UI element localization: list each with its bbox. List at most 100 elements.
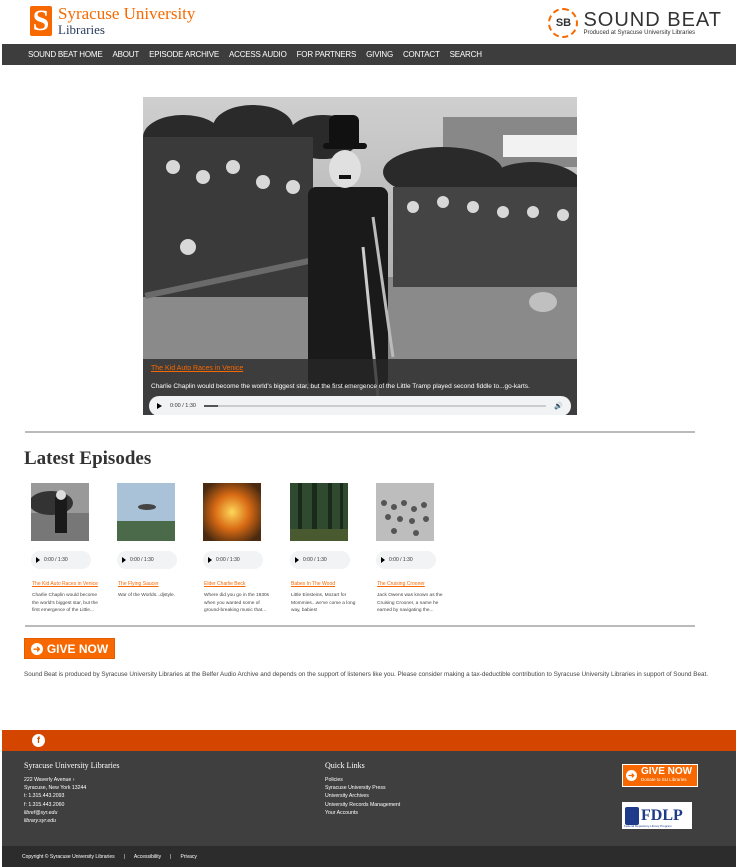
sound-beat-logo[interactable]: SB SOUND BEAT Produced at Syracuse Unive… (548, 8, 722, 38)
audio-progress-fill (204, 405, 218, 407)
footer-give-now-button[interactable]: ➜ GIVE NOW Donate to SU Libraries (622, 764, 698, 787)
accessibility-link[interactable]: Accessibility (134, 854, 161, 860)
nav-access-audio[interactable]: ACCESS AUDIO (229, 50, 287, 59)
episode-card: 0:00 / 1:30 The Kid Auto Races in Venice… (25, 483, 99, 615)
copyright-text: Copyright © Syracuse University Librarie… (22, 853, 115, 860)
nav-search[interactable]: SEARCH (450, 50, 482, 59)
main-nav: SOUND BEAT HOME ABOUT EPISODE ARCHIVE AC… (2, 44, 736, 65)
footer-city: Syracuse, New York 13244 (24, 785, 87, 792)
hero-description: Charlie Chaplin would become the world's… (151, 383, 530, 390)
play-icon[interactable] (381, 557, 385, 563)
sb-logo-text: SOUND BEAT Produced at Syracuse Universi… (583, 10, 722, 36)
give-now-label: GIVE NOW (46, 641, 109, 656)
episode-thumbnail[interactable] (203, 483, 261, 541)
episode-audio-player[interactable]: 0:00 / 1:30 (290, 551, 350, 569)
su-s-mark: S (30, 6, 52, 36)
copyright-bar: Copyright © Syracuse University Librarie… (2, 846, 736, 867)
episode-description: Jack Owens was known as the Cruising Cro… (377, 593, 443, 613)
footer-contact: Syracuse University Libraries 222 Waverl… (24, 761, 120, 825)
episode-title-link[interactable]: The Kid Auto Races in Venice (32, 581, 99, 587)
audio-time: 0:00 / 1:30 (389, 557, 413, 563)
audio-time: 0:00 / 1:30 (130, 557, 154, 563)
episode-description: Little Einsteins, Mozart for Mommies...w… (291, 593, 356, 613)
episode-thumbnail[interactable] (117, 483, 175, 541)
hero-caption: The Kid Auto Races in Venice Charlie Cha… (143, 359, 577, 415)
episode-title-link[interactable]: The Cruising Crooner (377, 581, 444, 587)
latest-episodes-heading: Latest Episodes (24, 448, 152, 469)
footer-give-sublabel: Donate to SU Libraries (641, 776, 687, 782)
hero-audio-player[interactable]: 0:00 / 1:30 🔊 (149, 396, 571, 415)
su-logo-text: Syracuse University Libraries (58, 4, 196, 38)
separator: | (123, 853, 125, 860)
episode-description: Charlie Chaplin would become the world's… (32, 593, 98, 613)
privacy-link[interactable]: Privacy (180, 854, 196, 860)
play-icon[interactable] (208, 557, 212, 563)
episode-audio-player[interactable]: 0:00 / 1:30 (31, 551, 91, 569)
nav-sound-beat-home[interactable]: SOUND BEAT HOME (28, 50, 103, 59)
site-footer: Syracuse University Libraries 222 Waverl… (2, 751, 736, 846)
give-now-button[interactable]: ➜ GIVE NOW (24, 638, 115, 659)
quick-links-heading: Quick Links (325, 761, 365, 770)
footer-fax: f: 1.315.443.2060 (24, 801, 65, 808)
divider (25, 625, 695, 627)
audio-progress-bar[interactable] (204, 405, 547, 407)
su-logo-line1: Syracuse University (58, 4, 196, 23)
nav-episode-archive[interactable]: EPISODE ARCHIVE (149, 50, 219, 59)
quick-link-archives[interactable]: University Archives (325, 792, 400, 800)
arrow-right-icon: ➜ (30, 642, 43, 655)
hero-episode-link[interactable]: The Kid Auto Races in Venice (151, 365, 243, 372)
episode-audio-player[interactable]: 0:00 / 1:30 (376, 551, 436, 569)
volume-icon[interactable]: 🔊 (554, 402, 563, 410)
episode-thumbnail[interactable] (29, 483, 89, 541)
footer-contact-heading: Syracuse University Libraries (24, 761, 120, 770)
footer-give-text: GIVE NOW Donate to SU Libraries (641, 765, 693, 784)
footer-phone: t: 1.315.443.2093 (24, 793, 65, 800)
divider (25, 431, 695, 433)
episode-title-link[interactable]: The Flying Saucer (118, 581, 185, 587)
audio-time: 0:00 / 1:30 (170, 403, 196, 409)
episode-title-link[interactable]: Babes In The Wood (291, 581, 358, 587)
su-libraries-logo[interactable]: S Syracuse University Libraries (30, 4, 196, 38)
episode-description: Where did you go in the 1930s when you w… (204, 593, 270, 613)
episode-audio-player[interactable]: 0:00 / 1:30 (203, 551, 263, 569)
quick-link-press[interactable]: Syracuse University Press (325, 784, 400, 792)
fdlp-subtitle: Federal Depository Library Program (624, 824, 672, 828)
nav-contact[interactable]: CONTACT (403, 50, 440, 59)
footer-quick-links: Quick Links Policies Syracuse University… (325, 761, 400, 817)
play-icon[interactable] (36, 557, 40, 563)
footer-website-link[interactable]: library.syr.edu (24, 817, 120, 825)
nav-giving[interactable]: GIVING (366, 50, 393, 59)
episode-card: 0:00 / 1:30 Elder Charlie Beck Where did… (197, 483, 271, 615)
support-text: Sound Beat is produced by Syracuse Unive… (24, 671, 708, 678)
footer-email-link[interactable]: libref@syr.edu (24, 809, 120, 817)
sb-title: SOUND BEAT (583, 9, 722, 31)
nav-for-partners[interactable]: FOR PARTNERS (297, 50, 357, 59)
su-logo-line2: Libraries (58, 22, 105, 37)
separator: | (170, 853, 172, 860)
site-header: S Syracuse University Libraries SB SOUND… (0, 0, 738, 44)
episode-title-link[interactable]: Elder Charlie Beck (204, 581, 271, 587)
arrow-right-icon: ➜ (626, 770, 637, 781)
episode-thumbnail[interactable] (376, 483, 434, 541)
episode-card: 0:00 / 1:30 The Cruising Crooner Jack Ow… (370, 483, 444, 615)
play-icon[interactable] (122, 557, 126, 563)
episode-card: 0:00 / 1:30 The Flying Saucer War of the… (111, 483, 185, 600)
quick-link-records[interactable]: University Records Management (325, 801, 400, 809)
play-icon[interactable] (295, 557, 299, 563)
eagle-icon (625, 806, 639, 825)
audio-time: 0:00 / 1:30 (303, 557, 327, 563)
nav-about[interactable]: ABOUT (113, 50, 140, 59)
audio-time: 0:00 / 1:30 (44, 557, 68, 563)
quick-link-policies[interactable]: Policies (325, 776, 400, 784)
featured-episode: The Kid Auto Races in Venice Charlie Cha… (143, 97, 577, 415)
sb-badge-icon: SB (548, 8, 579, 38)
play-icon[interactable] (157, 403, 162, 409)
quick-link-accounts[interactable]: Your Accounts (325, 809, 400, 817)
episode-thumbnail[interactable] (290, 483, 348, 541)
social-bar: f (2, 730, 736, 751)
episode-audio-player[interactable]: 0:00 / 1:30 (117, 551, 177, 569)
facebook-icon[interactable]: f (32, 734, 45, 747)
footer-give-label: GIVE NOW (641, 765, 693, 777)
fdlp-logo[interactable]: FDLP Federal Depository Library Program (622, 802, 692, 829)
footer-address[interactable]: 222 Waverly Avenue › (24, 776, 120, 784)
